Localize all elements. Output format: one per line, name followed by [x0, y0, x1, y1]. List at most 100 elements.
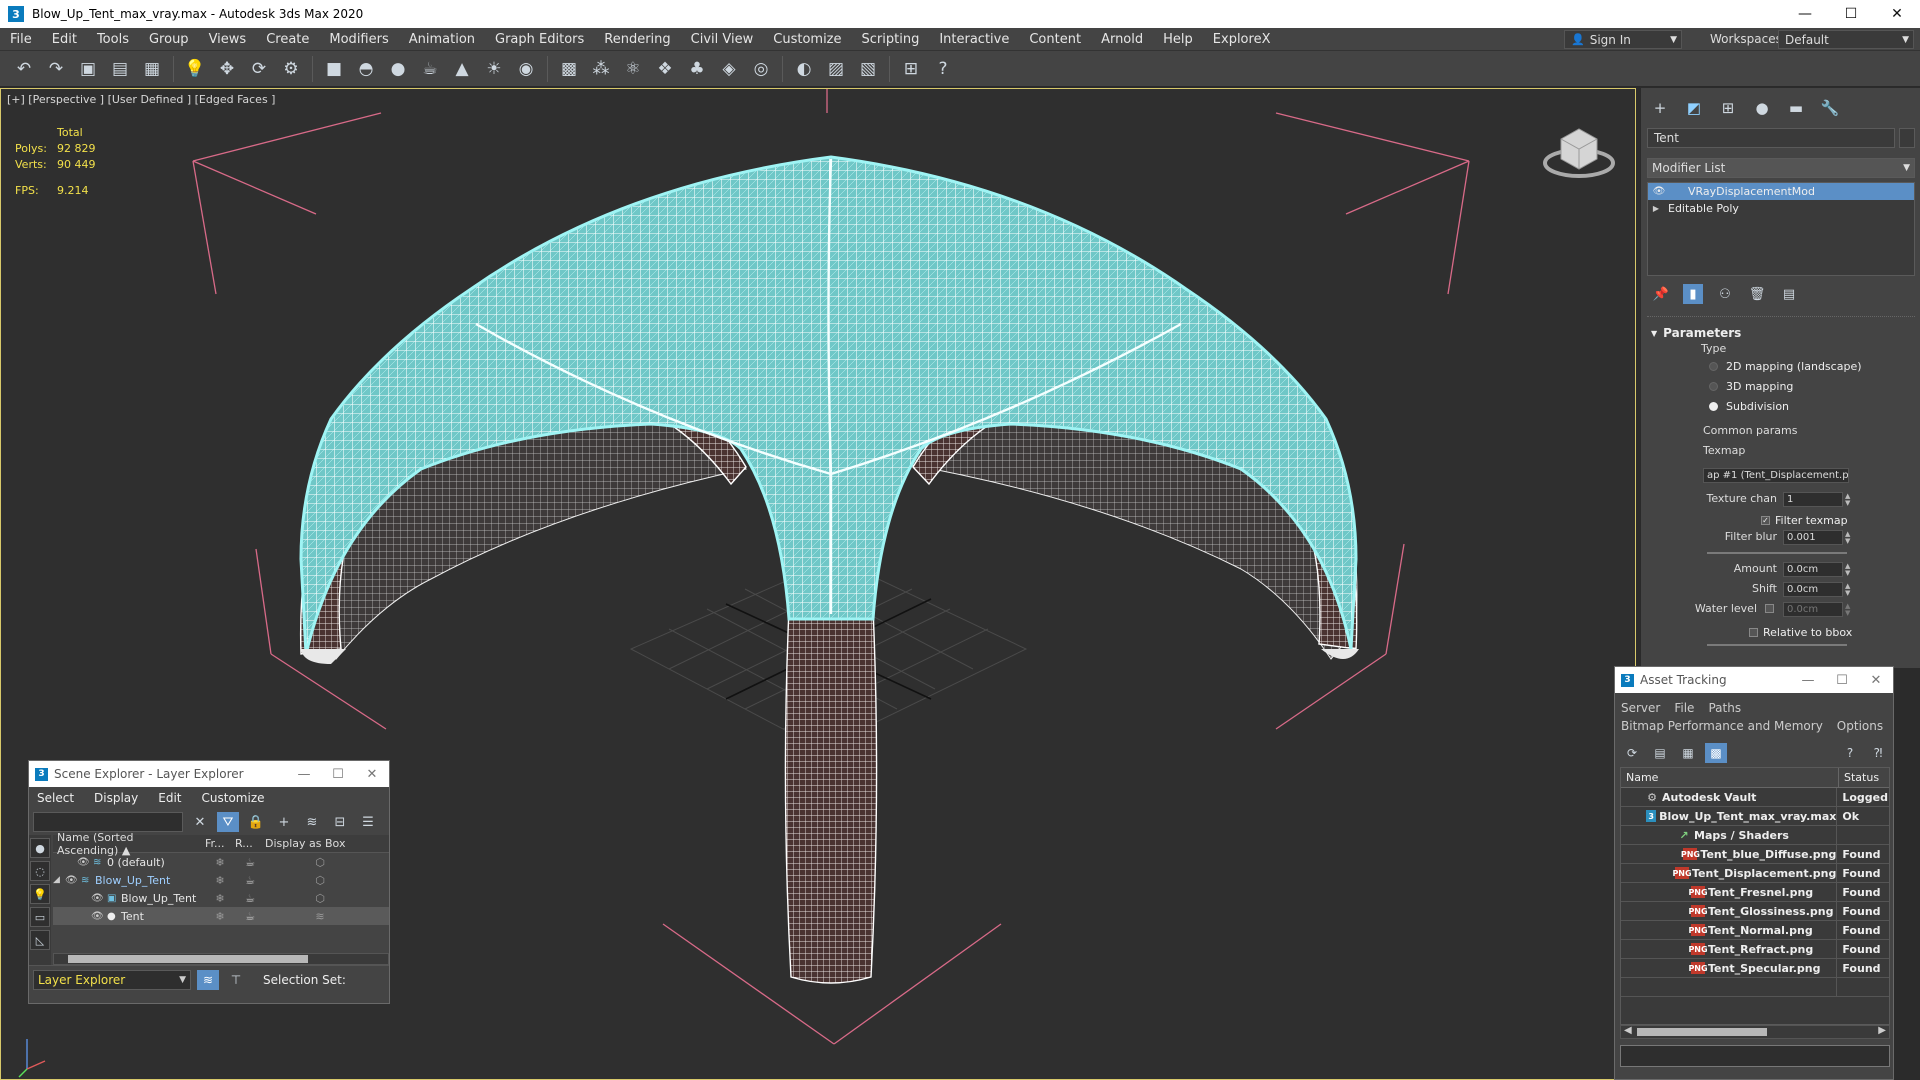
sun-light-icon[interactable]: ☀ — [480, 55, 508, 83]
hierarchy-tab-icon[interactable]: ⊞ — [1715, 95, 1741, 121]
menu-content[interactable]: Content — [1019, 32, 1091, 47]
undo-icon[interactable]: ↶ — [10, 55, 38, 83]
menu-group[interactable]: Group — [139, 32, 199, 47]
proxy-icon[interactable]: ❖ — [651, 55, 679, 83]
cone-icon[interactable]: ▲ — [448, 55, 476, 83]
relative-bbox-checkbox[interactable]: Relative to bbox — [1749, 626, 1852, 639]
panel-divider[interactable] — [1647, 316, 1915, 318]
select-move-icon[interactable]: ✥ — [213, 55, 241, 83]
asset-row[interactable]: PNG Tent_Glossiness.png Found — [1621, 901, 1889, 921]
shape-filter-icon[interactable]: ◌ — [30, 861, 50, 881]
workspace-select[interactable]: Default ▼ — [1778, 30, 1914, 49]
col-status-header[interactable]: Status — [1839, 771, 1879, 784]
radio-subdivision[interactable]: Subdivision — [1709, 400, 1789, 413]
sphere-fade-icon[interactable]: ◎ — [747, 55, 775, 83]
maximize-button[interactable]: ☐ — [321, 767, 355, 782]
motion-tab-icon[interactable]: ● — [1749, 95, 1775, 121]
object-name-field[interactable]: Tent — [1647, 128, 1895, 148]
spinner-arrows-icon[interactable]: ▲ ▼ — [1845, 603, 1850, 617]
help-icon[interactable]: ? — [1839, 743, 1861, 763]
viewcube-icon[interactable] — [1541, 119, 1617, 183]
filter-texmap-checkbox[interactable]: ✓ Filter texmap — [1761, 514, 1848, 527]
asset-row[interactable]: PNG Tent_Specular.png Found — [1621, 958, 1889, 978]
asset-row[interactable]: PNG Tent_Displacement.png Found — [1621, 863, 1889, 883]
se-menu-edit[interactable]: Edit — [158, 791, 181, 805]
se-menu-customize[interactable]: Customize — [202, 791, 265, 805]
layer-row[interactable]: 👁 ● Tent ❄ ☕ ≋ — [53, 907, 389, 925]
spinner-arrows-icon[interactable]: ▲ ▼ — [1845, 563, 1850, 577]
scroll-left-icon[interactable]: ◀ — [1624, 1025, 1632, 1036]
interactive-render-icon[interactable]: ▧ — [854, 55, 882, 83]
modifier-stack-item[interactable]: ▶ Editable Poly — [1648, 200, 1914, 217]
se-menu-display[interactable]: Display — [94, 791, 138, 805]
menu-create[interactable]: Create — [256, 32, 319, 47]
hemisphere-icon[interactable]: ◓ — [352, 55, 380, 83]
menu-views[interactable]: Views — [199, 32, 257, 47]
close-button[interactable]: ✕ — [1859, 673, 1893, 688]
object-color-swatch[interactable] — [1899, 128, 1915, 148]
rotate-icon[interactable]: ⟳ — [245, 55, 273, 83]
display-tab-icon[interactable]: ▬ — [1783, 95, 1809, 121]
modifier-stack-item[interactable]: 👁 VRayDisplacementMod — [1648, 183, 1914, 200]
spinner-arrows-icon[interactable]: ▲ ▼ — [1845, 583, 1850, 597]
maximize-button[interactable]: ☐ — [1825, 673, 1859, 688]
freeze-icon[interactable]: ❄ — [205, 892, 235, 905]
render-teapot-icon[interactable]: ☕ — [235, 874, 265, 887]
menu-interactive[interactable]: Interactive — [929, 32, 1019, 47]
spinner-arrows-icon[interactable]: ▲ ▼ — [1845, 493, 1850, 507]
menu-customize[interactable]: Customize — [763, 32, 851, 47]
asset-row[interactable]: ↗ Maps / Shaders — [1621, 825, 1889, 845]
asset-tracking-titlebar[interactable]: 3 Asset Tracking — ☐ ✕ — [1615, 667, 1893, 693]
close-button[interactable]: ✕ — [355, 767, 389, 782]
menu-civil-view[interactable]: Civil View — [681, 32, 764, 47]
expand-arrow-icon[interactable]: ▶ — [1648, 204, 1664, 213]
light-filter-icon[interactable]: 💡 — [30, 884, 50, 904]
minimize-button[interactable]: — — [1782, 0, 1828, 28]
expand-toggle-icon[interactable]: ◢ — [53, 875, 65, 885]
visibility-eye-icon[interactable]: 👁 — [91, 911, 107, 922]
asset-horizontal-scrollbar[interactable]: ◀ ▶ — [1620, 1025, 1890, 1039]
render-teapot-icon[interactable]: ☕ — [235, 856, 265, 869]
layers-icon[interactable]: ☰ — [357, 812, 379, 832]
lock-icon[interactable]: 🔒 — [245, 812, 267, 832]
helper-filter-icon[interactable]: ◺ — [30, 930, 50, 950]
at-menu-server[interactable]: Server — [1621, 701, 1660, 715]
layer-explorer-icon[interactable]: ≋ — [197, 969, 219, 990]
render-setup-icon[interactable]: ▣ — [74, 55, 102, 83]
modify-tab-icon[interactable]: ◩ — [1681, 95, 1707, 121]
fur-icon[interactable]: ♣ — [683, 55, 711, 83]
minimize-button[interactable]: — — [287, 767, 321, 782]
modifier-eye-icon[interactable]: 👁 — [1648, 186, 1670, 197]
menu-file[interactable]: File — [0, 32, 42, 47]
menu-rendering[interactable]: Rendering — [594, 32, 680, 47]
at-menu-file[interactable]: File — [1674, 701, 1694, 715]
parameters-rollout-header[interactable]: ▼ Parameters — [1651, 326, 1741, 340]
se-menu-select[interactable]: Select — [37, 791, 74, 805]
at-menu-bitmap-performance[interactable]: Bitmap Performance and Memory — [1621, 719, 1823, 733]
scrollbar-thumb[interactable] — [1637, 1028, 1767, 1036]
filter-icon[interactable]: ⛛ — [217, 812, 239, 832]
minimize-button[interactable]: — — [1791, 673, 1825, 688]
col-render-header[interactable]: R... — [235, 837, 265, 850]
box-primitive-icon[interactable]: ■ — [320, 55, 348, 83]
radio-2d-mapping[interactable]: 2D mapping (landscape) — [1709, 360, 1862, 373]
remove-modifier-icon[interactable]: 🗑 — [1747, 284, 1767, 304]
visibility-eye-icon[interactable]: 👁 — [91, 893, 107, 904]
context-help-icon[interactable]: ⁈ — [1867, 743, 1889, 763]
filter-blur-spinner[interactable]: 0.001 — [1783, 530, 1843, 545]
grid-view-icon[interactable]: ▩ — [1705, 743, 1727, 763]
menu-graph-editors[interactable]: Graph Editors — [485, 32, 594, 47]
close-button[interactable]: ✕ — [1874, 0, 1920, 28]
scene-converter-icon[interactable]: ⊞ — [897, 55, 925, 83]
frame-buffer-icon[interactable]: ▨ — [822, 55, 850, 83]
render-icon[interactable]: ◐ — [790, 55, 818, 83]
add-layer-icon[interactable]: + — [273, 812, 295, 832]
layer-stack-icon[interactable]: ≋ — [301, 812, 323, 832]
water-level-checkbox[interactable] — [1765, 604, 1779, 613]
layer-row[interactable]: ◢ 👁 ≋ Blow_Up_Tent ❄ ☕ ⬡ — [53, 871, 389, 889]
render-teapot-icon[interactable]: ☕ — [235, 910, 265, 923]
list-view-icon[interactable]: ▤ — [1649, 743, 1671, 763]
modifier-list-dropdown[interactable]: Modifier List ▼ — [1647, 158, 1915, 178]
redo-icon[interactable]: ↷ — [42, 55, 70, 83]
menu-edit[interactable]: Edit — [42, 32, 87, 47]
